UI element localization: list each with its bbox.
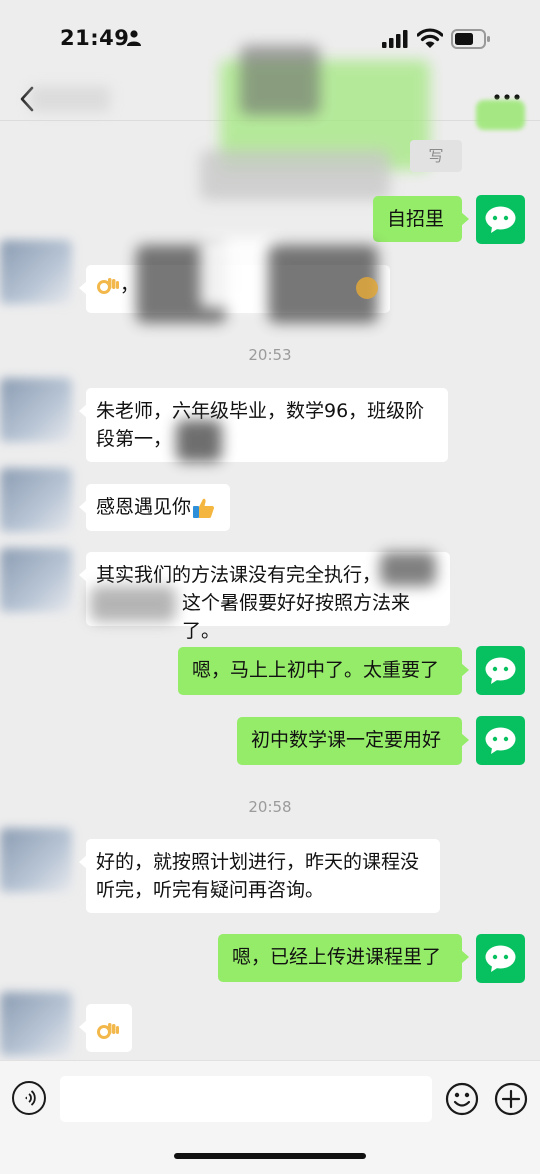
message-text: 嗯，已经上传进课程里了 <box>232 946 442 968</box>
home-indicator <box>174 1153 366 1159</box>
contact-avatar[interactable] <box>0 468 72 532</box>
redaction-smudge <box>476 100 525 130</box>
redaction-smudge <box>176 420 222 462</box>
plus-icon[interactable] <box>494 1082 528 1116</box>
message-bubble-received[interactable]: 好的，就按照计划进行，昨天的课程没听完，听完有疑问再咨询。 <box>79 839 440 913</box>
battery-icon <box>451 29 490 49</box>
message-text: 感恩遇见你 <box>96 496 192 518</box>
contact-avatar[interactable] <box>0 548 72 612</box>
my-avatar[interactable] <box>476 716 525 765</box>
message-text: 初中数学课一定要用好 <box>251 729 442 751</box>
redaction-smudge <box>90 586 176 622</box>
wifi-icon <box>417 28 443 48</box>
timestamp: 20:53 <box>248 346 292 364</box>
wechat-logo-icon <box>485 727 516 754</box>
my-avatar[interactable] <box>476 195 525 244</box>
partial-message-top: 写 <box>410 140 462 172</box>
message-bubble-received[interactable]: 感恩遇见你 <box>79 484 230 531</box>
wechat-logo-icon <box>485 945 516 972</box>
message-text: 嗯，马上上初中了。太重要了 <box>192 659 440 681</box>
message-text: 自招里 <box>387 208 445 230</box>
voice-button[interactable] <box>12 1081 46 1115</box>
status-time: 21:49 <box>60 26 130 50</box>
ok-hand-emoji <box>356 277 378 299</box>
partial-message-text: 写 <box>428 147 444 165</box>
message-bubble-sent[interactable]: 嗯，已经上传进课程里了 <box>218 934 469 982</box>
message-bubble-received[interactable]: 朱老师，六年级毕业，数学96，班级阶段第一， <box>79 388 448 462</box>
contact-avatar[interactable] <box>0 992 72 1056</box>
ok-hand-emoji <box>97 1022 119 1039</box>
redacted-chat-title <box>30 86 110 112</box>
my-avatar[interactable] <box>476 934 525 983</box>
message-bubble-sent[interactable]: 初中数学课一定要用好 <box>237 717 469 765</box>
wechat-logo-icon <box>485 657 516 684</box>
redaction-smudge <box>240 45 320 115</box>
message-input[interactable] <box>60 1076 432 1122</box>
smiley-icon[interactable] <box>445 1082 479 1116</box>
my-avatar[interactable] <box>476 646 525 695</box>
contact-avatar[interactable] <box>0 240 72 304</box>
voice-icon <box>25 1090 36 1106</box>
message-text: 好的，就按照计划进行，昨天的课程没听完，听完有疑问再咨询。 <box>96 851 420 901</box>
message-bubble-received[interactable] <box>79 1004 132 1052</box>
message-text: 朱老师，六年级毕业，数学96，班级阶段第一， <box>96 400 425 450</box>
wechat-logo-icon <box>485 206 516 233</box>
message-bubble-sent[interactable]: 自招里 <box>373 196 469 242</box>
person-icon <box>127 30 141 46</box>
timestamp: 20:58 <box>248 798 292 816</box>
message-bubble-sent[interactable]: 嗯，马上上初中了。太重要了 <box>178 647 469 695</box>
thumbs-up-emoji <box>193 498 215 518</box>
contact-avatar[interactable] <box>0 378 72 442</box>
contact-avatar[interactable] <box>0 828 72 892</box>
signal-icon <box>382 30 408 48</box>
redaction-smudge <box>200 150 390 200</box>
redaction-smudge <box>380 552 436 586</box>
ok-hand-emoji <box>97 277 119 294</box>
